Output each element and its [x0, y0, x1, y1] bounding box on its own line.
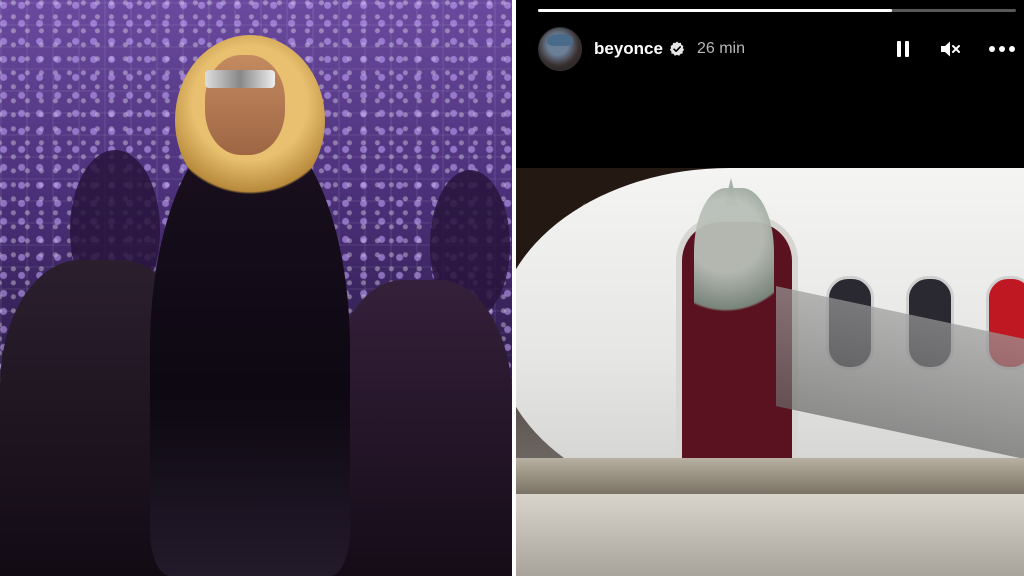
- disco-horse: [694, 188, 774, 348]
- verified-badge-icon: [669, 41, 685, 57]
- avatar[interactable]: [538, 27, 582, 71]
- dancer-right: [330, 280, 512, 576]
- story-progress-fill: [538, 9, 892, 12]
- story-image[interactable]: [516, 168, 1024, 576]
- sunglasses: [205, 70, 275, 88]
- story-header: beyonce 26 min: [538, 26, 1016, 72]
- mute-icon: [941, 41, 960, 57]
- tarmac: [516, 494, 1024, 576]
- mute-button[interactable]: [940, 38, 962, 60]
- time-ago: 26 min: [696, 40, 746, 57]
- story-progress-bar: [538, 9, 1016, 12]
- story-controls: [892, 38, 1016, 60]
- more-options-icon: [989, 46, 1015, 52]
- stair-railing: [516, 458, 1024, 494]
- more-options-button[interactable]: [988, 38, 1016, 60]
- pause-icon: [897, 41, 909, 57]
- performer-photo: [0, 0, 512, 576]
- pause-button[interactable]: [892, 38, 914, 60]
- story-viewer[interactable]: beyonce 26 min: [516, 0, 1024, 576]
- username[interactable]: beyonce: [594, 39, 663, 59]
